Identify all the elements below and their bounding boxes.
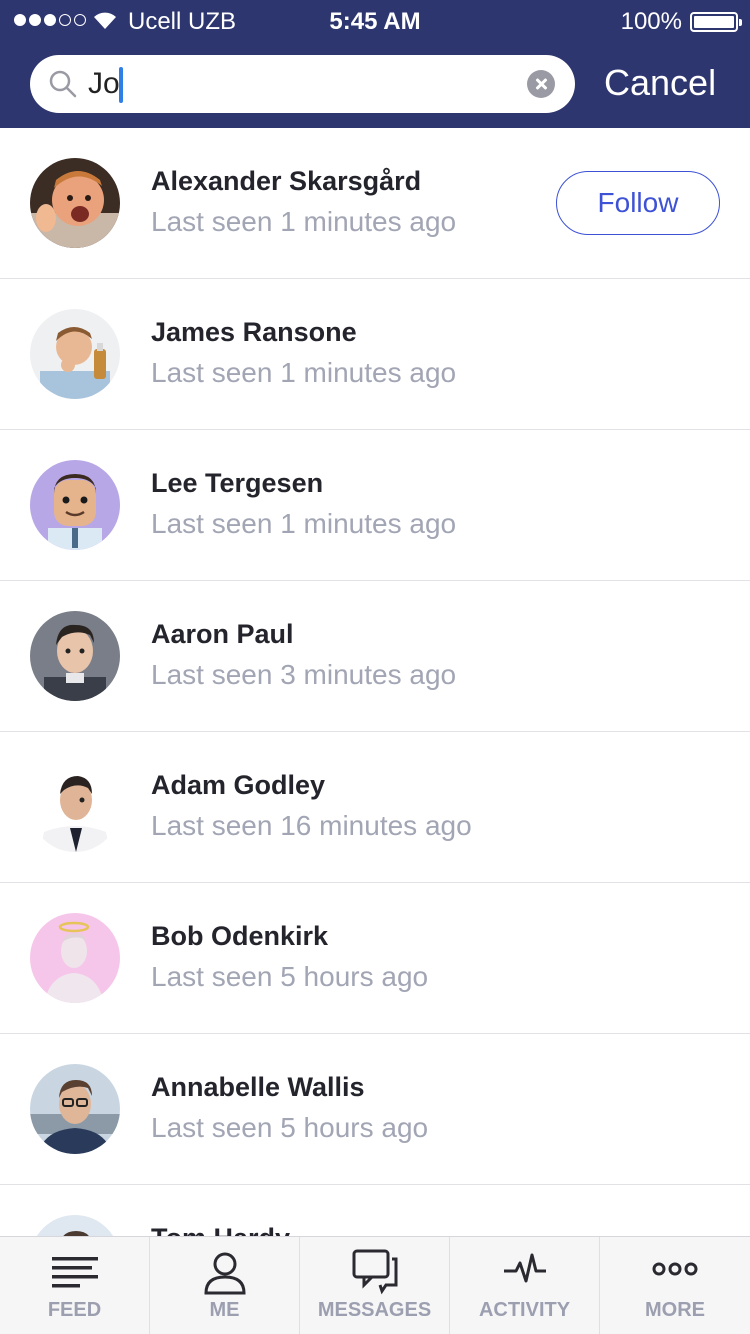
battery-icon (690, 12, 742, 32)
last-seen: Last seen 5 hours ago (151, 1112, 429, 1143)
last-seen: Last seen 5 hours ago (151, 961, 429, 992)
user-name: Bob Odenkirk (151, 921, 329, 951)
tab-messages[interactable]: MESSAGES (300, 1237, 450, 1334)
list-item[interactable]: Adam Godley Last seen 16 minutes ago (0, 732, 750, 883)
status-bar: Ucell UZB 5:45 AM 100% (0, 0, 750, 42)
tab-label: MORE (645, 1299, 705, 1321)
list-item[interactable]: Lee Tergesen Last seen 1 minutes ago (0, 430, 750, 581)
avatar (30, 460, 120, 550)
tab-label: ACTIVITY (478, 1299, 571, 1321)
more-icon (652, 1249, 698, 1294)
clear-search-icon[interactable] (527, 70, 555, 98)
list-item[interactable]: Bob Odenkirk Last seen 5 hours ago (0, 883, 750, 1034)
user-icon (202, 1249, 248, 1300)
header: Ucell UZB 5:45 AM 100% Jo Cancel (0, 0, 750, 128)
last-seen: Last seen 3 minutes ago (151, 659, 457, 690)
tab-more[interactable]: MORE (600, 1237, 750, 1334)
tab-label: ME (209, 1299, 240, 1321)
last-seen: Last seen 16 minutes ago (151, 810, 472, 841)
follow-button[interactable]: Follow (556, 171, 720, 235)
search-input[interactable]: Jo (88, 65, 120, 103)
list-item[interactable]: Alexander Skarsgård Last seen 1 minutes … (0, 128, 750, 279)
user-name: Aaron Paul (151, 619, 294, 649)
last-seen: Last seen 1 minutes ago (151, 206, 457, 237)
user-name: Adam Godley (151, 770, 326, 800)
last-seen: Last seen 1 minutes ago (151, 357, 457, 388)
last-seen: Last seen 1 minutes ago (151, 508, 457, 539)
user-name: Lee Tergesen (151, 468, 324, 498)
avatar (30, 913, 120, 1003)
user-name: Tom Hardy (151, 1223, 290, 1236)
feed-icon (51, 1249, 98, 1294)
tab-bar: FEED ME MESSAGES ACTIVITY MORE (0, 1236, 750, 1334)
list-item[interactable]: James Ransone Last seen 1 minutes ago (0, 279, 750, 430)
list-item[interactable]: Annabelle Wallis Last seen 5 hours ago (0, 1034, 750, 1185)
avatar (30, 611, 120, 701)
activity-icon (502, 1249, 548, 1294)
search-icon (48, 69, 78, 104)
messages-icon (352, 1249, 398, 1300)
avatar (30, 1064, 120, 1154)
tab-label: FEED (47, 1299, 102, 1321)
cancel-button[interactable]: Cancel (604, 62, 716, 104)
tab-activity[interactable]: ACTIVITY (450, 1237, 600, 1334)
battery-percent: 100% (620, 8, 682, 35)
avatar (30, 158, 120, 248)
tab-feed[interactable]: FEED (0, 1237, 150, 1334)
user-name: James Ransone (151, 317, 357, 347)
avatar (30, 762, 120, 852)
text-cursor (119, 67, 123, 103)
list-item[interactable]: Tom Hardy (0, 1185, 750, 1236)
user-name: Annabelle Wallis (151, 1072, 365, 1102)
search-bar[interactable]: Jo (30, 55, 575, 113)
tab-label: MESSAGES (317, 1299, 432, 1321)
tab-me[interactable]: ME (150, 1237, 300, 1334)
avatar (30, 309, 120, 399)
avatar (30, 1215, 120, 1236)
user-name: Alexander Skarsgård (151, 166, 422, 196)
search-results-list[interactable]: Alexander Skarsgård Last seen 1 minutes … (0, 128, 750, 1236)
list-item[interactable]: Aaron Paul Last seen 3 minutes ago (0, 581, 750, 732)
